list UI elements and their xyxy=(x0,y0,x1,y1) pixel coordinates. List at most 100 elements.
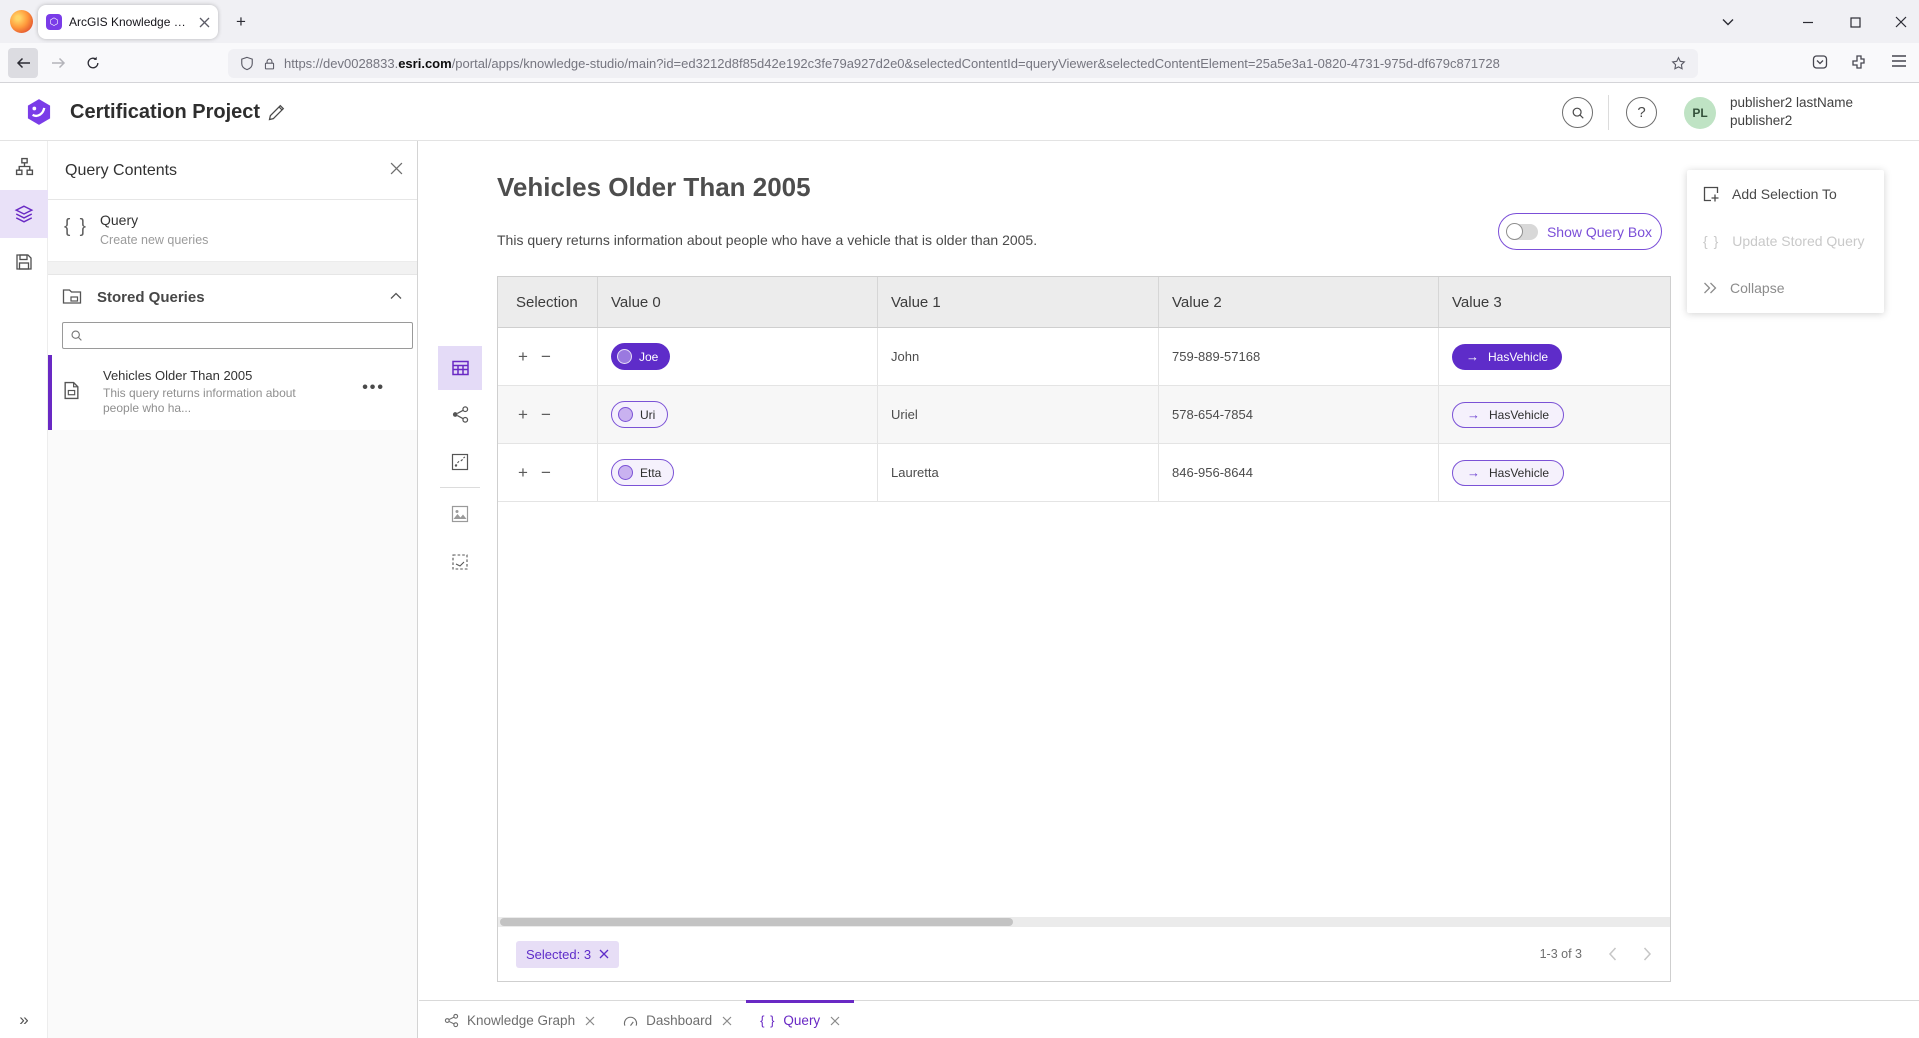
url-text[interactable]: https://dev0028833.esri.com/portal/apps/… xyxy=(284,56,1500,71)
cell-value2: 759-889-57168 xyxy=(1159,328,1439,385)
stored-queries-header[interactable]: Stored Queries xyxy=(48,275,417,321)
plus-icon[interactable]: + xyxy=(518,348,528,365)
cell-value2: 578-654-7854 xyxy=(1159,386,1439,443)
tab-query[interactable]: { } Query xyxy=(746,1000,854,1038)
search-button[interactable] xyxy=(1562,97,1593,128)
horizontal-scrollbar[interactable] xyxy=(498,917,1670,927)
sitemap-icon xyxy=(15,157,34,176)
entity-pill[interactable]: Uri xyxy=(611,401,668,428)
pocket-icon[interactable] xyxy=(1812,54,1828,70)
tab-label: Knowledge Graph xyxy=(467,1013,575,1028)
browser-tab[interactable]: ⬡ ArcGIS Knowledge Studio xyxy=(38,5,218,39)
relationship-pill[interactable]: →HasVehicle xyxy=(1452,402,1564,428)
bookmark-star-icon[interactable] xyxy=(1671,56,1686,71)
window-maximize-button[interactable] xyxy=(1842,9,1868,35)
minus-icon[interactable]: − xyxy=(541,348,551,365)
page-title: Vehicles Older Than 2005 xyxy=(497,172,811,203)
relationship-label: HasVehicle xyxy=(1489,466,1549,480)
context-menu: Add Selection To { } Update Stored Query… xyxy=(1687,170,1884,313)
share-nodes-icon xyxy=(451,405,470,424)
chevron-right-icon[interactable] xyxy=(1643,947,1652,961)
arrow-right-icon: → xyxy=(1467,407,1480,422)
selected-count-chip[interactable]: Selected: 3 xyxy=(516,941,619,968)
pagination-label: 1-3 of 3 xyxy=(1540,947,1582,961)
firefox-icon[interactable] xyxy=(10,10,33,33)
rail-item-link-chart[interactable] xyxy=(0,142,48,190)
question-icon: ? xyxy=(1637,104,1645,121)
expand-rail-chevrons-icon[interactable]: » xyxy=(0,1006,48,1034)
minus-icon[interactable]: − xyxy=(541,464,551,481)
stored-queries-search[interactable] xyxy=(62,322,413,349)
query-results-table: Selection Value 0 Value 1 Value 2 Value … xyxy=(497,276,1671,982)
user-name: publisher2 lastName xyxy=(1730,94,1853,112)
table-row: + − Etta Lauretta 846-956-8644 →HasVehic… xyxy=(498,444,1670,502)
shield-icon[interactable] xyxy=(240,56,254,71)
panel-section-gap xyxy=(48,262,417,275)
item-options-ellipsis-icon[interactable]: ••• xyxy=(362,379,385,397)
window-minimize-button[interactable] xyxy=(1795,9,1821,35)
url-bar[interactable]: https://dev0028833.esri.com/portal/apps/… xyxy=(228,49,1698,78)
relationship-label: HasVehicle xyxy=(1488,350,1548,364)
table-empty-area xyxy=(498,502,1670,917)
column-header-value1: Value 1 xyxy=(878,277,1159,327)
toggle-switch[interactable] xyxy=(1508,224,1538,240)
scrollbar-thumb[interactable] xyxy=(500,918,1013,926)
view-link-chart-button[interactable] xyxy=(438,392,482,436)
tab-close-icon[interactable] xyxy=(585,1016,595,1026)
menu-item-collapse[interactable]: Collapse xyxy=(1687,264,1884,311)
new-tab-button[interactable]: + xyxy=(229,10,253,34)
search-input[interactable] xyxy=(90,328,405,343)
view-map-button[interactable] xyxy=(438,440,482,484)
braces-icon: { } xyxy=(64,216,88,238)
show-query-box-toggle[interactable]: Show Query Box xyxy=(1498,213,1662,250)
column-header-selection: Selection xyxy=(498,277,598,327)
chevron-left-icon[interactable] xyxy=(1608,947,1617,961)
query-create-item[interactable]: { } Query Create new queries xyxy=(48,200,417,262)
arrow-right-icon: → xyxy=(1467,465,1480,480)
list-tabs-icon[interactable] xyxy=(1715,9,1741,35)
app-logo-icon xyxy=(25,98,53,126)
relationship-pill[interactable]: → HasVehicle xyxy=(1452,460,1564,486)
relationship-pill[interactable]: →HasVehicle xyxy=(1452,344,1562,370)
back-button[interactable] xyxy=(8,48,38,78)
chevron-up-icon[interactable] xyxy=(390,292,402,300)
entity-pill[interactable]: Joe xyxy=(611,343,670,370)
tab-close-icon[interactable] xyxy=(199,17,210,28)
help-button[interactable]: ? xyxy=(1626,97,1657,128)
panel-close-icon[interactable] xyxy=(390,162,403,175)
user-info[interactable]: publisher2 lastName publisher2 xyxy=(1730,94,1853,130)
window-close-button[interactable] xyxy=(1888,9,1914,35)
view-image-button[interactable] xyxy=(438,492,482,536)
header-divider xyxy=(1608,95,1609,130)
lock-icon[interactable] xyxy=(263,57,276,71)
reload-button[interactable] xyxy=(78,48,108,78)
tab-close-icon[interactable] xyxy=(830,1016,840,1026)
entity-label: Joe xyxy=(639,350,658,364)
minus-icon[interactable]: − xyxy=(541,406,551,423)
tab-knowledge-graph[interactable]: Knowledge Graph xyxy=(430,1000,609,1038)
avatar[interactable]: PL xyxy=(1684,97,1716,129)
entity-pill[interactable]: Etta xyxy=(611,459,674,486)
tab-dashboard[interactable]: Dashboard xyxy=(609,1000,746,1038)
tab-label: Dashboard xyxy=(646,1013,712,1028)
menu-item-add-selection-to[interactable]: Add Selection To xyxy=(1687,170,1884,217)
entity-circle-icon xyxy=(618,465,633,480)
clear-selection-icon[interactable] xyxy=(599,949,609,959)
plus-icon[interactable]: + xyxy=(518,464,528,481)
menu-hamburger-icon[interactable] xyxy=(1891,54,1907,68)
cell-value1: John xyxy=(878,328,1159,385)
view-selection-button[interactable] xyxy=(438,540,482,584)
forward-button[interactable] xyxy=(43,48,73,78)
rail-item-contents[interactable] xyxy=(0,190,48,238)
tab-close-icon[interactable] xyxy=(722,1016,732,1026)
user-username: publisher2 xyxy=(1730,112,1853,130)
plus-icon[interactable]: + xyxy=(518,406,528,423)
stored-query-item[interactable]: Vehicles Older Than 2005 This query retu… xyxy=(48,355,417,430)
edit-pencil-icon[interactable] xyxy=(268,104,285,121)
extensions-icon[interactable] xyxy=(1851,54,1867,70)
table-footer: Selected: 3 1-3 of 3 xyxy=(498,927,1670,981)
tab-label: Query xyxy=(783,1013,820,1028)
menu-item-update-stored-query[interactable]: { } Update Stored Query xyxy=(1687,217,1884,264)
rail-item-save[interactable] xyxy=(0,238,48,286)
view-table-button[interactable] xyxy=(438,346,482,390)
